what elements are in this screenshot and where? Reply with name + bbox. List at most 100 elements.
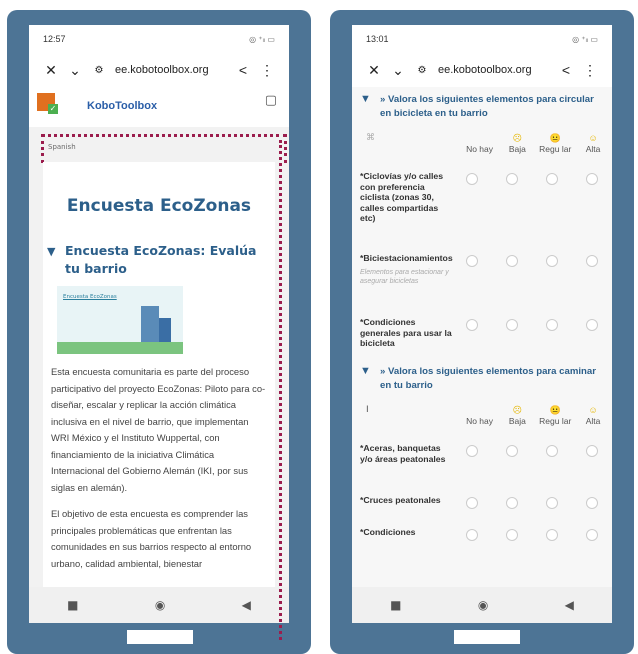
close-icon[interactable]: ✕ [39,62,63,79]
home-indicator [127,630,193,644]
likert-row: *Ciclovías y/o calles con preferencia ci… [352,171,612,253]
form-card: Encuesta EcoZonas ▼ Encuesta EcoZonas: E… [43,162,275,587]
home-icon[interactable]: ◉ [478,598,488,612]
share-icon[interactable]: < [231,62,255,78]
intro-paragraph: Esta encuesta comunitaria es parte del p… [51,366,266,493]
section-title-walking[interactable]: ▼ » Valora los siguientes elementos para… [352,359,612,393]
column-label: Alta [585,416,601,426]
radio-no-hay[interactable] [452,495,492,509]
row-label: *Biciestacionamientos Elementos para esta… [352,253,453,286]
radio-baja[interactable] [492,495,532,509]
row-hint: Elementos para estacionar y asegurar bic… [360,268,449,285]
column-emoji [461,133,499,144]
radio-alta[interactable] [572,495,612,509]
url-text[interactable]: ee.kobotoolbox.org [111,64,231,76]
park-graphic [57,342,183,354]
radio-alta[interactable] [572,443,612,457]
radio-no-hay[interactable] [452,527,492,541]
site-settings-icon[interactable]: ⚙ [410,65,434,76]
radio-regular[interactable] [532,253,572,267]
likert-row: *Biciestacionamientos Elementos para esta… [352,253,612,317]
kobotoolbox-logo: KoboToolbox [87,100,158,112]
banner-title: Encuesta EcoZonas [63,294,117,300]
phone-frame-left: 12:57 ◎ ⁺ₗₗ ▭ ✕ ⌄ ⚙ ee.kobotoolbox.org <… [7,10,311,654]
status-time: 13:01 [366,34,389,44]
column-alta: ☺ Alta [574,405,612,443]
close-icon[interactable]: ✕ [362,62,386,79]
radio-baja[interactable] [492,443,532,457]
radio-no-hay[interactable] [452,171,492,185]
column-label: No hay [466,416,493,426]
url-text[interactable]: ee.kobotoolbox.org [434,64,554,76]
column-regular: 😐 Regu lar [536,133,574,171]
phone-frame-right: 13:01 ◎ ⁺ₗₗ ▭ ✕ ⌄ ⚙ ee.kobotoolbox.org <… [330,10,634,654]
kebab-menu-icon[interactable]: ⋮ [578,62,602,79]
radio-alta[interactable] [572,317,612,331]
radio-baja[interactable] [492,171,532,185]
column-regular: 😐 Regu lar [536,405,574,443]
likert-row: *Condiciones [352,527,612,547]
collapse-triangle-icon: ▼ [360,365,371,377]
check-icon: ✓ [48,104,58,114]
section-title-bicycle[interactable]: ▼ » Valora los siguientes elementos para… [352,87,612,121]
section-title-text: » Valora los siguientes elementos para c… [380,94,594,119]
highlight-dotted-line [279,140,282,640]
status-bar: 13:01 ◎ ⁺ₗₗ ▭ [352,25,612,53]
likert-row: *Condiciones generales para usar la bici… [352,317,612,359]
radio-baja[interactable] [492,317,532,331]
share-icon[interactable]: < [554,62,578,78]
status-icons: ◎ ⁺ₗₗ ▭ [572,34,598,44]
radio-regular[interactable] [532,317,572,331]
radio-regular[interactable] [532,495,572,509]
neutral-face-icon: 😐 [549,405,561,415]
back-icon[interactable]: ◀ [565,598,574,612]
radio-baja[interactable] [492,527,532,541]
collapse-triangle-icon: ▼ [47,245,56,258]
radio-no-hay[interactable] [452,443,492,457]
row-label: *Ciclovías y/o calles con preferencia ci… [360,171,444,223]
radio-alta[interactable] [572,253,612,267]
objective-paragraph: El objetivo de esta encuesta es comprend… [51,508,252,569]
column-emoji [461,405,499,416]
kebab-menu-icon[interactable]: ⋮ [255,62,279,79]
android-nav-bar: ■ ◉ ◀ [29,587,289,623]
bookmark-icon[interactable]: ▢ [265,93,277,108]
likert-header: Ⅰ No hay ☹ Baja 😐 Regu lar ☺ Alta [352,405,612,443]
home-icon[interactable]: ◉ [155,598,165,612]
page-content: ▼ » Valora los siguientes elementos para… [352,87,612,587]
language-value: Spanish [48,143,76,151]
browser-url-bar: ✕ ⌄ ⚙ ee.kobotoolbox.org < ⋮ [352,53,612,87]
radio-alta[interactable] [572,171,612,185]
text-cursor-icon: Ⅰ [366,405,369,415]
status-time: 12:57 [43,34,66,44]
radio-regular[interactable] [532,527,572,541]
happy-face-icon: ☺ [588,405,598,415]
row-label: *Condiciones [360,527,416,537]
group-title[interactable]: ▼ Encuesta EcoZonas: Evalúa tu barrio [47,242,267,278]
recents-icon[interactable]: ■ [67,598,78,612]
back-icon[interactable]: ◀ [242,598,251,612]
browser-url-bar: ✕ ⌄ ⚙ ee.kobotoolbox.org < ⋮ [29,53,289,87]
happy-face-icon: ☺ [588,133,598,143]
chevron-down-icon[interactable]: ⌄ [63,62,87,79]
radio-regular[interactable] [532,171,572,185]
sad-face-icon: ☹ [512,405,523,415]
status-icons: ◎ ⁺ₗₗ ▭ [249,34,275,44]
radio-regular[interactable] [532,443,572,457]
collapse-triangle-icon: ▼ [360,93,371,105]
site-settings-icon[interactable]: ⚙ [87,65,111,76]
language-select[interactable]: Spanish [41,134,287,163]
radio-alta[interactable] [572,527,612,541]
recents-icon[interactable]: ■ [390,598,401,612]
radio-baja[interactable] [492,253,532,267]
row-label: *Condiciones generales para usar la bici… [360,317,452,348]
building-graphic [141,306,159,346]
chevron-down-icon[interactable]: ⌄ [386,62,410,79]
radio-no-hay[interactable] [452,317,492,331]
column-no-hay: No hay [461,405,499,443]
radio-no-hay[interactable] [452,253,492,267]
row-label-text: *Biciestacionamientos [360,253,453,263]
column-baja: ☹ Baja [498,405,536,443]
sad-face-icon: ☹ [512,133,523,143]
status-bar: 12:57 ◎ ⁺ₗₗ ▭ [29,25,289,53]
